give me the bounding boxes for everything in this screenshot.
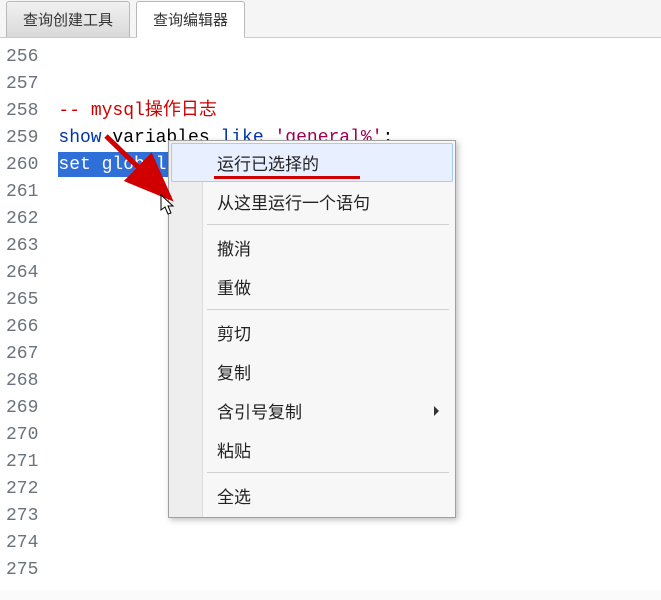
menu-copy-quoted-label: 含引号复制 [217,403,302,422]
tab-bar: 查询创建工具 查询编辑器 [0,0,661,38]
line-number: 275 [6,557,38,584]
menu-cut[interactable]: 剪切 [171,313,453,352]
line-number: 270 [6,422,38,449]
menu-select-all[interactable]: 全选 [171,476,453,515]
line-number: 258 [6,98,38,125]
tab-query-builder[interactable]: 查询创建工具 [6,1,130,37]
line-number: 263 [6,233,38,260]
line-number: 267 [6,341,38,368]
line-number: 272 [6,476,38,503]
code-line [48,71,661,98]
line-number: 266 [6,314,38,341]
line-number: 271 [6,449,38,476]
line-number: 269 [6,395,38,422]
line-number: 261 [6,179,38,206]
submenu-arrow-icon [434,406,439,416]
line-number: 274 [6,530,38,557]
line-number: 259 [6,125,38,152]
menu-undo[interactable]: 撤消 [171,228,453,267]
menu-separator [207,309,449,310]
menu-paste[interactable]: 粘贴 [171,430,453,469]
code-line [48,557,661,584]
menu-run-selected[interactable]: 运行已选择的 [171,143,453,182]
menu-run-from-here[interactable]: 从这里运行一个语句 [171,182,453,221]
line-number: 257 [6,71,38,98]
line-number: 260 [6,152,38,179]
line-number: 265 [6,287,38,314]
code-line [48,44,661,71]
line-number: 262 [6,206,38,233]
menu-separator [207,224,449,225]
code-line [48,530,661,557]
context-menu: 运行已选择的 从这里运行一个语句 撤消 重做 剪切 复制 含引号复制 粘贴 全选 [168,140,456,518]
line-number: 273 [6,503,38,530]
menu-copy[interactable]: 复制 [171,352,453,391]
line-number-gutter: 2562572582592602612622632642652662672682… [0,38,48,590]
line-number: 264 [6,260,38,287]
code-line: -- mysql操作日志 [48,98,661,125]
menu-redo[interactable]: 重做 [171,267,453,306]
line-number: 256 [6,44,38,71]
menu-separator [207,472,449,473]
menu-copy-quoted[interactable]: 含引号复制 [171,391,453,430]
line-number: 268 [6,368,38,395]
tab-query-editor[interactable]: 查询编辑器 [136,1,245,38]
